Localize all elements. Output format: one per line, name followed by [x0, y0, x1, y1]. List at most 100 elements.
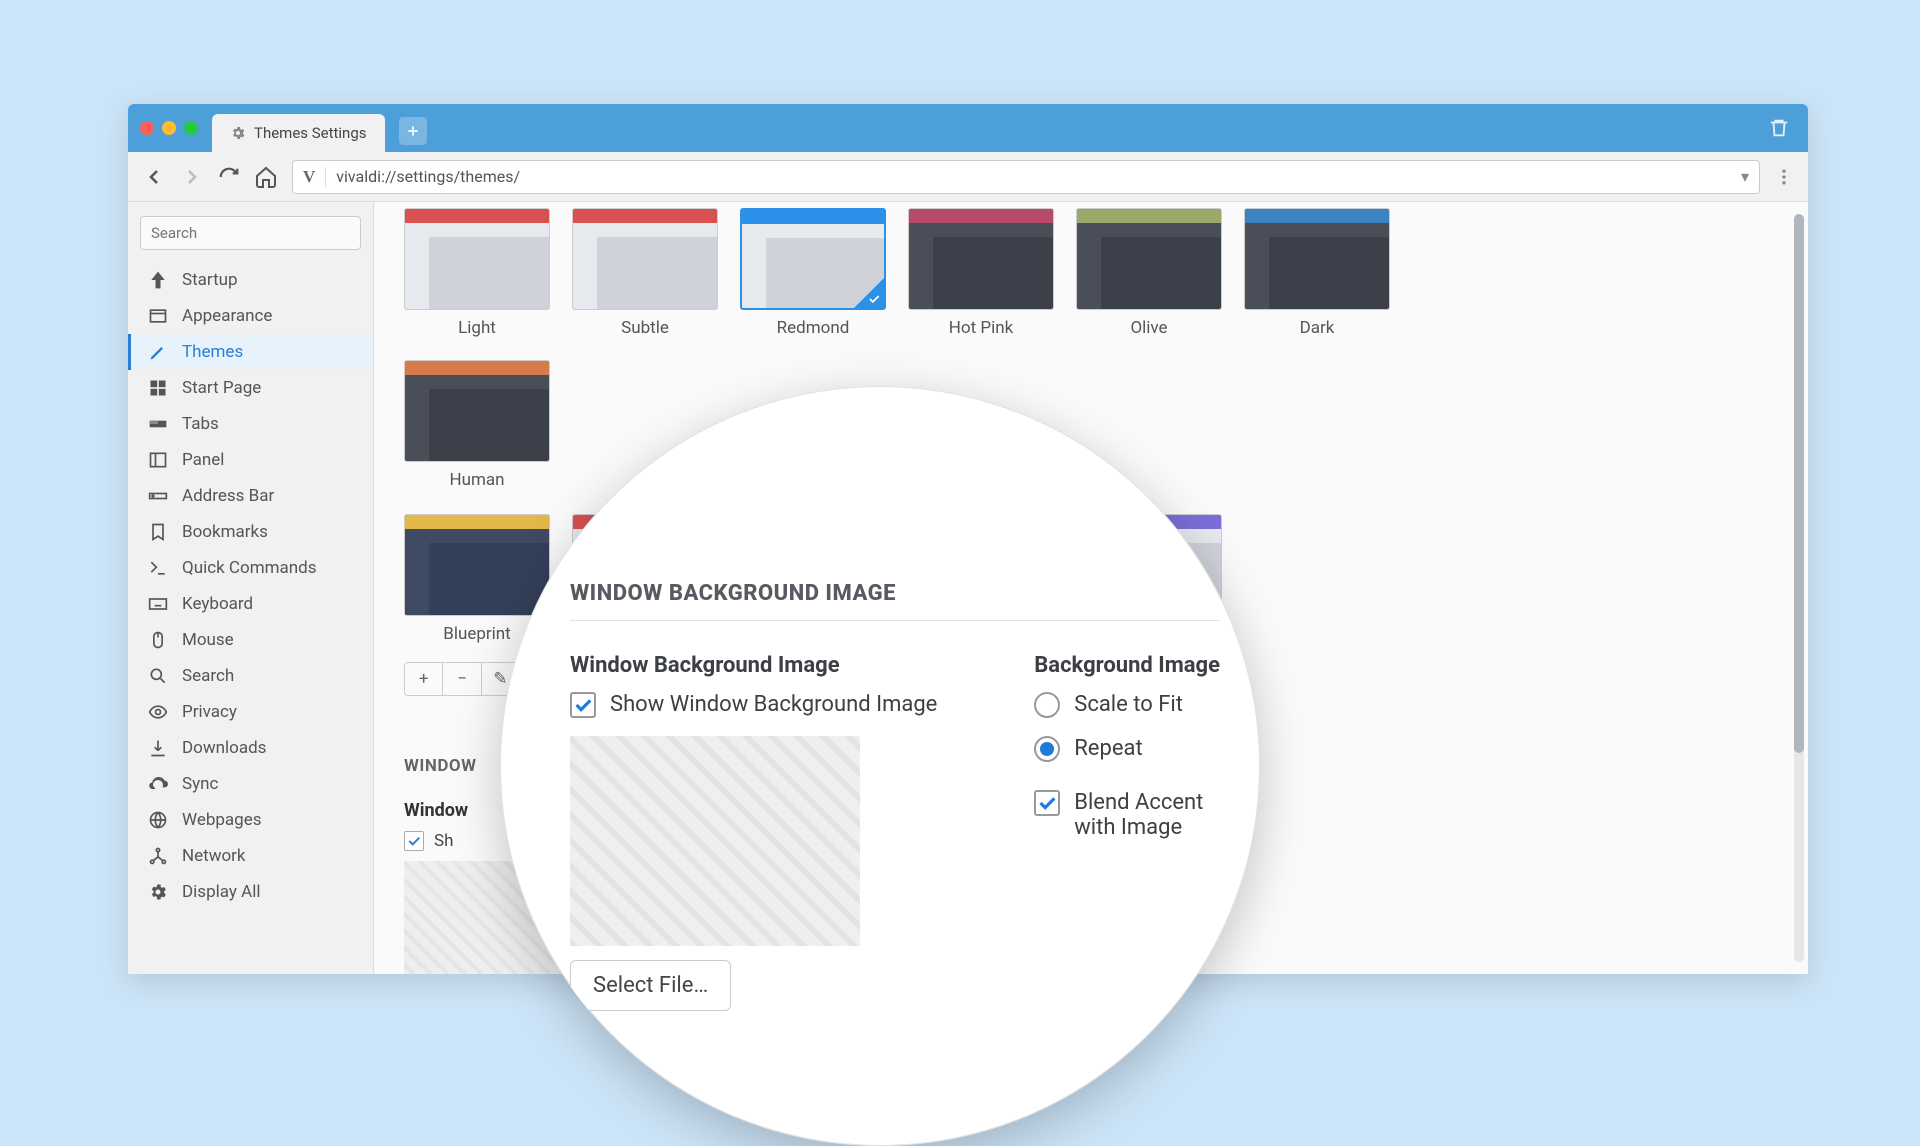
sidebar-item-label: Address Bar	[182, 486, 274, 506]
keyboard-icon	[148, 594, 168, 614]
browser-tab[interactable]: Themes Settings	[212, 114, 385, 152]
theme-card[interactable]: Light	[404, 208, 550, 338]
theme-name: Dark	[1244, 318, 1390, 338]
new-tab-button[interactable]	[399, 117, 427, 145]
trash-icon[interactable]	[1768, 117, 1790, 139]
dropdown-icon[interactable]: ▾	[1741, 167, 1749, 186]
sidebar-item-keyboard[interactable]: Keyboard	[128, 586, 373, 622]
downloads-icon	[148, 738, 168, 758]
search-input[interactable]	[140, 216, 361, 250]
sidebar-item-quick-commands[interactable]: Quick Commands	[128, 550, 373, 586]
theme-name: Olive	[1076, 318, 1222, 338]
startup-icon	[148, 270, 168, 290]
sidebar-item-display-all[interactable]: Display All	[128, 874, 373, 910]
address-bar[interactable]: V vivaldi://settings/themes/ ▾	[292, 160, 1760, 194]
window-controls	[140, 121, 198, 135]
sidebar-item-label: Startup	[182, 270, 238, 290]
sidebar-item-address-bar[interactable]: Address Bar	[128, 478, 373, 514]
zoom-select-file-button[interactable]: Select File…	[570, 960, 731, 1011]
sidebar-item-label: Appearance	[182, 306, 272, 326]
sidebar-item-label: Keyboard	[182, 594, 253, 614]
zoom-radio-scale[interactable]	[1034, 692, 1060, 718]
themes-icon	[148, 342, 168, 362]
theme-actions: + − ✎	[404, 662, 520, 696]
sidebar-item-label: Search	[182, 666, 234, 686]
minimize-window-button[interactable]	[162, 121, 176, 135]
checkbox-show-bg[interactable]	[404, 831, 424, 851]
sidebar-item-label: Bookmarks	[182, 522, 268, 542]
sidebar-item-network[interactable]: Network	[128, 838, 373, 874]
sidebar-item-startup[interactable]: Startup	[128, 262, 373, 298]
maximize-window-button[interactable]	[184, 121, 198, 135]
sidebar-item-privacy[interactable]: Privacy	[128, 694, 373, 730]
address-bar-icon	[148, 486, 168, 506]
sidebar-item-label: Privacy	[182, 702, 237, 722]
theme-add-button[interactable]: +	[405, 663, 443, 695]
sidebar-item-tabs[interactable]: Tabs	[128, 406, 373, 442]
menu-button[interactable]	[1774, 167, 1794, 187]
sidebar-item-label: Webpages	[182, 810, 262, 830]
sidebar-item-label: Display All	[182, 882, 260, 902]
zoom-checkbox-label: Show Window Background Image	[610, 692, 937, 717]
sidebar-item-label: Network	[182, 846, 246, 866]
sidebar-item-label: Mouse	[182, 630, 234, 650]
theme-card[interactable]: Subtle	[572, 208, 718, 338]
theme-card[interactable]: Redmond	[740, 208, 886, 338]
quick-commands-icon	[148, 558, 168, 578]
theme-card[interactable]: Dark	[1244, 208, 1390, 338]
search-icon	[148, 666, 168, 686]
network-icon	[148, 846, 168, 866]
theme-name: Human	[404, 470, 550, 490]
sync-icon	[148, 774, 168, 794]
zoom-radio-repeat-label: Repeat	[1074, 736, 1142, 761]
sidebar-item-search[interactable]: Search	[128, 658, 373, 694]
sidebar-item-sync[interactable]: Sync	[128, 766, 373, 802]
sidebar-item-appearance[interactable]: Appearance	[128, 298, 373, 334]
mouse-icon	[148, 630, 168, 650]
theme-card[interactable]: Olive	[1076, 208, 1222, 338]
sidebar-item-label: Start Page	[182, 378, 261, 398]
zoom-checkbox-blend[interactable]	[1034, 790, 1060, 816]
sidebar-item-start-page[interactable]: Start Page	[128, 370, 373, 406]
panel-icon	[148, 450, 168, 470]
sidebar-item-label: Quick Commands	[182, 558, 317, 578]
sidebar-item-downloads[interactable]: Downloads	[128, 730, 373, 766]
display-all-icon	[148, 882, 168, 902]
sidebar-item-panel[interactable]: Panel	[128, 442, 373, 478]
settings-sidebar: Startup Appearance Themes Start Page Tabs Pan…	[128, 202, 374, 974]
reload-button[interactable]	[218, 166, 240, 188]
zoom-lens: WINDOW BACKGROUND IMAGE Window Backgroun…	[500, 386, 1260, 1146]
sidebar-item-mouse[interactable]: Mouse	[128, 622, 373, 658]
sidebar-item-label: Themes	[182, 342, 243, 362]
scrollbar[interactable]	[1794, 214, 1804, 962]
zoom-radio-repeat[interactable]	[1034, 736, 1060, 762]
forward-button[interactable]	[180, 165, 204, 189]
theme-remove-button[interactable]: −	[443, 663, 481, 695]
toolbar: V vivaldi://settings/themes/ ▾	[128, 152, 1808, 202]
webpages-icon	[148, 810, 168, 830]
sidebar-item-webpages[interactable]: Webpages	[128, 802, 373, 838]
tabs-icon	[148, 414, 168, 434]
sidebar-item-label: Panel	[182, 450, 224, 470]
zoom-pattern-preview	[570, 736, 860, 946]
theme-card[interactable]: Hot Pink	[908, 208, 1054, 338]
tab-title: Themes Settings	[254, 124, 367, 142]
home-button[interactable]	[254, 165, 278, 189]
url-text: vivaldi://settings/themes/	[336, 167, 520, 186]
theme-card[interactable]: Human	[404, 360, 550, 490]
zoom-checkbox-show-bg[interactable]	[570, 692, 596, 718]
sidebar-item-bookmarks[interactable]: Bookmarks	[128, 514, 373, 550]
privacy-icon	[148, 702, 168, 722]
sidebar-item-label: Tabs	[182, 414, 219, 434]
close-window-button[interactable]	[140, 121, 154, 135]
back-button[interactable]	[142, 165, 166, 189]
zoom-section-title: WINDOW BACKGROUND IMAGE	[570, 581, 1220, 621]
bookmarks-icon	[148, 522, 168, 542]
appearance-icon	[148, 306, 168, 326]
start-page-icon	[148, 378, 168, 398]
zoom-checkbox-blend-label: Blend Accent with Image	[1074, 790, 1220, 840]
theme-name: Hot Pink	[908, 318, 1054, 338]
sidebar-item-themes[interactable]: Themes	[128, 334, 373, 370]
zoom-radio-scale-label: Scale to Fit	[1074, 692, 1183, 717]
sidebar-item-label: Downloads	[182, 738, 266, 758]
